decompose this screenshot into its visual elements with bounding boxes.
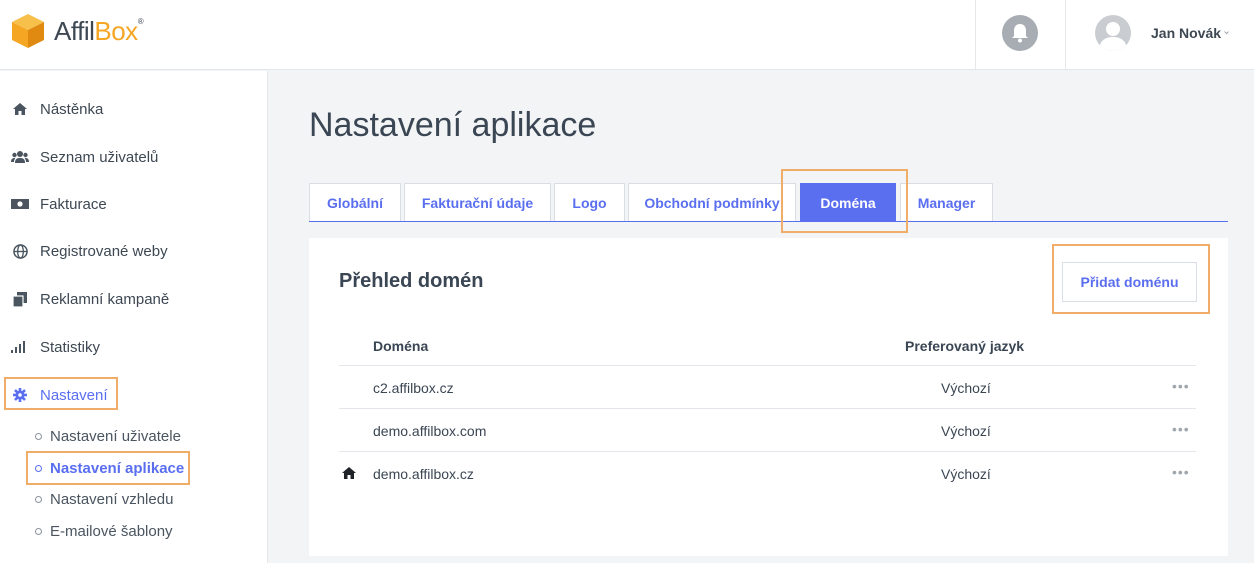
circle-bullet-icon [35,527,42,535]
tab-manager[interactable]: Manager [900,183,993,222]
tab-terms[interactable]: Obchodní podmínky [628,183,796,222]
sidebar-item-label: Registrované weby [40,242,168,260]
sidebar-item-dashboard[interactable]: Nástěnka [10,97,103,121]
table-row: demo.affilbox.cz Výchozí ••• [339,451,1196,494]
money-icon [10,196,30,212]
highlight-frame [4,377,118,410]
tab-logo[interactable]: Logo [554,183,625,222]
sidebar-item-users[interactable]: Seznam uživatelů [10,145,158,169]
domain-cell: demo.affilbox.cz [373,466,474,482]
subitem-label: Nastavení vzhledu [50,490,174,508]
sidebar-item-statistics[interactable]: Statistiky [10,335,100,359]
more-options-icon[interactable]: ••• [1172,378,1190,394]
subitem-email-templates[interactable]: E-mailové šablony [35,521,173,541]
language-cell: Výchozí [941,466,991,482]
registered-mark: ® [137,16,144,26]
tab-billing-info[interactable]: Fakturační údaje [404,183,551,222]
tabs-underline [309,221,1228,222]
affilbox-logo[interactable]: AffilBox ® [10,12,144,50]
tab-global[interactable]: Globální [309,183,401,222]
table-row: demo.affilbox.com Výchozí ••• [339,408,1196,451]
sidebar: Nástěnka Seznam uživatelů Fakturace Regi… [0,71,268,563]
circle-bullet-icon [35,495,42,503]
user-name[interactable]: Jan Novák [1151,25,1221,41]
header-divider [975,0,976,70]
copy-icon [10,291,30,307]
domains-card: Přehled domén Přidat doménu Doména Prefe… [309,238,1228,556]
globe-icon [10,243,30,259]
users-icon [10,149,30,165]
subitem-label: E-mailové šablony [50,522,173,540]
user-avatar-icon [1099,22,1127,51]
bell-icon [1012,24,1028,43]
column-header-domain: Doména [373,338,429,354]
language-cell: Výchozí [941,423,991,439]
table-row: c2.affilbox.cz Výchozí ••• [339,365,1196,408]
header-divider [1065,0,1066,70]
chevron-down-icon[interactable]: ⌄ [1222,24,1231,37]
logo-text: AffilBox [54,15,138,46]
circle-bullet-icon [35,432,42,440]
language-cell: Výchozí [941,380,991,396]
box-logo-icon [12,14,44,48]
more-options-icon[interactable]: ••• [1172,464,1190,480]
sidebar-item-label: Seznam uživatelů [40,148,159,166]
page-title: Nastavení aplikace [309,106,597,144]
sidebar-item-campaigns[interactable]: Reklamní kampaně [10,287,169,311]
sidebar-item-label: Statistiky [40,338,101,356]
subitem-label: Nastavení uživatele [50,427,181,445]
subitem-user-settings[interactable]: Nastavení uživatele [35,426,181,446]
card-title: Přehled domén [339,270,484,292]
sidebar-item-label: Nástěnka [40,100,104,118]
notifications-button[interactable] [1002,15,1038,51]
sidebar-item-websites[interactable]: Registrované weby [10,239,168,263]
domain-cell: demo.affilbox.com [373,423,487,439]
highlight-frame [1052,244,1210,314]
domain-cell: c2.affilbox.cz [373,380,454,396]
column-header-language: Preferovaný jazyk [905,338,1025,354]
avatar[interactable] [1095,15,1131,51]
highlight-frame [26,451,190,485]
top-header: AffilBox ® Jan Novák ⌄ [0,0,1254,70]
subitem-appearance-settings[interactable]: Nastavení vzhledu [35,489,173,509]
sidebar-item-billing[interactable]: Fakturace [10,192,107,216]
home-icon [341,466,357,480]
highlight-frame [781,169,908,233]
signal-icon [10,339,30,355]
sidebar-item-label: Fakturace [40,195,107,213]
home-icon [10,101,30,117]
sidebar-item-label: Reklamní kampaně [40,290,170,308]
more-options-icon[interactable]: ••• [1172,421,1190,437]
